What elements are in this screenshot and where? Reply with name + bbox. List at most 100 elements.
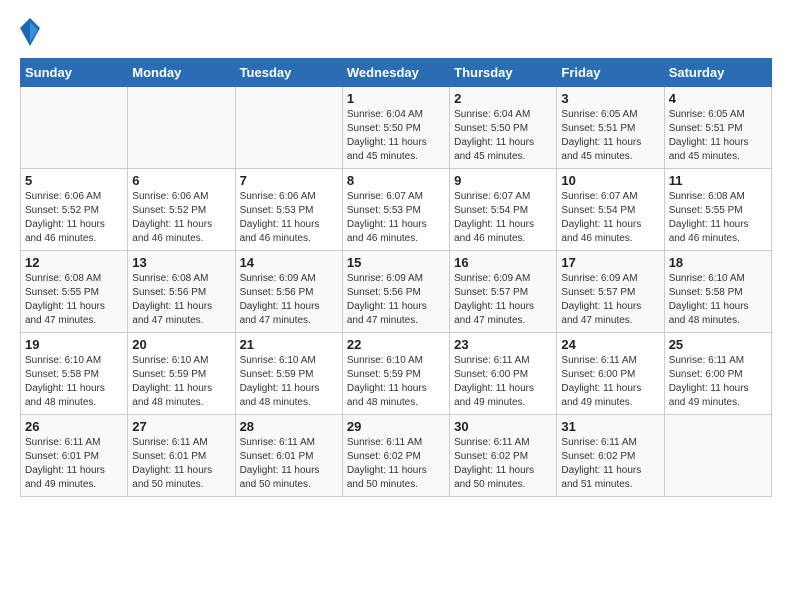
calendar-cell: 7Sunrise: 6:06 AM Sunset: 5:53 PM Daylig… — [235, 169, 342, 251]
day-info: Sunrise: 6:11 AM Sunset: 6:01 PM Dayligh… — [240, 436, 338, 492]
day-number: 19 — [25, 337, 123, 352]
column-header-friday: Friday — [557, 59, 664, 87]
calendar-cell: 9 Sunrise: 6:07 AM Sunset: 5:54 PM Daylig… — [450, 169, 557, 251]
day-info: Sunrise: 6:08 AM Sunset: 5:55 PM Dayligh… — [669, 190, 767, 246]
day-number: 14 — [240, 255, 338, 270]
calendar-cell: 19 Sunrise: 6:10 AM Sunset: 5:58 PM Dayli… — [21, 333, 128, 415]
day-number: 18 — [669, 255, 767, 270]
day-info: Sunrise: 6:10 AM Sunset: 5:58 PM Dayligh… — [25, 354, 123, 410]
day-number: 24 — [561, 337, 659, 352]
day-info: Sunrise: 6:08 AM Sunset: 5:56 PM Dayligh… — [132, 272, 230, 328]
calendar-cell: 8 Sunrise: 6:07 AM Sunset: 5:53 PM Daylig… — [342, 169, 449, 251]
calendar-cell: 13 Sunrise: 6:08 AM Sunset: 5:56 PM Dayli… — [128, 251, 235, 333]
calendar-cell: 21 Sunrise: 6:10 AM Sunset: 5:59 PM Dayli… — [235, 333, 342, 415]
day-number: 2 — [454, 91, 552, 106]
day-info: Sunrise: 6:07 AM Sunset: 5:54 PM Dayligh… — [454, 190, 552, 246]
calendar-cell — [128, 87, 235, 169]
day-info: Sunrise: 6:09 AM Sunset: 5:56 PM Dayligh… — [347, 272, 445, 328]
day-info: Sunrise: 6:09 AM Sunset: 5:56 PM Dayligh… — [240, 272, 338, 328]
calendar-cell: 12 Sunrise: 6:08 AM Sunset: 5:55 PM Dayli… — [21, 251, 128, 333]
calendar-cell — [664, 415, 771, 497]
calendar-cell: 27 Sunrise: 6:11 AM Sunset: 6:01 PM Dayli… — [128, 415, 235, 497]
day-info: Sunrise: 6:11 AM Sunset: 6:02 PM Dayligh… — [454, 436, 552, 492]
day-info: Sunrise: 6:11 AM Sunset: 6:02 PM Dayligh… — [561, 436, 659, 492]
day-number: 12 — [25, 255, 123, 270]
calendar-cell: 4 Sunrise: 6:05 AM Sunset: 5:51 PM Daylig… — [664, 87, 771, 169]
calendar-cell: 17 Sunrise: 6:09 AM Sunset: 5:57 PM Dayli… — [557, 251, 664, 333]
day-info: Sunrise: 6:09 AM Sunset: 5:57 PM Dayligh… — [454, 272, 552, 328]
column-header-sunday: Sunday — [21, 59, 128, 87]
column-header-thursday: Thursday — [450, 59, 557, 87]
calendar-cell: 3 Sunrise: 6:05 AM Sunset: 5:51 PM Daylig… — [557, 87, 664, 169]
column-header-tuesday: Tuesday — [235, 59, 342, 87]
day-info: Sunrise: 6:10 AM Sunset: 5:59 PM Dayligh… — [240, 354, 338, 410]
calendar-cell — [235, 87, 342, 169]
day-number: 17 — [561, 255, 659, 270]
page-header — [20, 20, 772, 48]
day-number: 5 — [25, 173, 123, 188]
calendar-cell — [21, 87, 128, 169]
calendar-cell: 26 Sunrise: 6:11 AM Sunset: 6:01 PM Dayli… — [21, 415, 128, 497]
day-number: 1 — [347, 91, 445, 106]
day-number: 13 — [132, 255, 230, 270]
day-number: 21 — [240, 337, 338, 352]
day-number: 10 — [561, 173, 659, 188]
day-number: 6 — [132, 173, 230, 188]
day-number: 27 — [132, 419, 230, 434]
calendar-cell: 5 Sunrise: 6:06 AM Sunset: 5:52 PM Daylig… — [21, 169, 128, 251]
week-row-3: 12 Sunrise: 6:08 AM Sunset: 5:55 PM Dayli… — [21, 251, 772, 333]
calendar-cell: 30Sunrise: 6:11 AM Sunset: 6:02 PM Dayli… — [450, 415, 557, 497]
day-info: Sunrise: 6:04 AM Sunset: 5:50 PM Dayligh… — [454, 108, 552, 164]
day-number: 3 — [561, 91, 659, 106]
day-number: 29 — [347, 419, 445, 434]
day-number: 25 — [669, 337, 767, 352]
day-info: Sunrise: 6:09 AM Sunset: 5:57 PM Dayligh… — [561, 272, 659, 328]
header-row: SundayMondayTuesdayWednesdayThursdayFrid… — [21, 59, 772, 87]
day-number: 4 — [669, 91, 767, 106]
day-number: 23 — [454, 337, 552, 352]
day-info: Sunrise: 6:11 AM Sunset: 6:00 PM Dayligh… — [454, 354, 552, 410]
day-info: Sunrise: 6:11 AM Sunset: 6:00 PM Dayligh… — [561, 354, 659, 410]
day-info: Sunrise: 6:04 AM Sunset: 5:50 PM Dayligh… — [347, 108, 445, 164]
day-info: Sunrise: 6:11 AM Sunset: 6:02 PM Dayligh… — [347, 436, 445, 492]
calendar-cell: 2 Sunrise: 6:04 AM Sunset: 5:50 PM Daylig… — [450, 87, 557, 169]
day-number: 8 — [347, 173, 445, 188]
day-info: Sunrise: 6:05 AM Sunset: 5:51 PM Dayligh… — [669, 108, 767, 164]
day-info: Sunrise: 6:06 AM Sunset: 5:53 PM Dayligh… — [240, 190, 338, 246]
day-number: 9 — [454, 173, 552, 188]
day-info: Sunrise: 6:05 AM Sunset: 5:51 PM Dayligh… — [561, 108, 659, 164]
day-number: 15 — [347, 255, 445, 270]
calendar-cell: 29 Sunrise: 6:11 AM Sunset: 6:02 PM Dayli… — [342, 415, 449, 497]
day-info: Sunrise: 6:10 AM Sunset: 5:58 PM Dayligh… — [669, 272, 767, 328]
calendar-cell: 15 Sunrise: 6:09 AM Sunset: 5:56 PM Dayli… — [342, 251, 449, 333]
calendar-table: SundayMondayTuesdayWednesdayThursdayFrid… — [20, 58, 772, 497]
calendar-cell: 28Sunrise: 6:11 AM Sunset: 6:01 PM Dayli… — [235, 415, 342, 497]
calendar-cell: 11 Sunrise: 6:08 AM Sunset: 5:55 PM Dayli… — [664, 169, 771, 251]
logo — [20, 20, 44, 48]
day-info: Sunrise: 6:11 AM Sunset: 6:01 PM Dayligh… — [25, 436, 123, 492]
day-number: 16 — [454, 255, 552, 270]
day-info: Sunrise: 6:06 AM Sunset: 5:52 PM Dayligh… — [25, 190, 123, 246]
day-info: Sunrise: 6:06 AM Sunset: 5:52 PM Dayligh… — [132, 190, 230, 246]
day-number: 31 — [561, 419, 659, 434]
week-row-2: 5 Sunrise: 6:06 AM Sunset: 5:52 PM Daylig… — [21, 169, 772, 251]
week-row-1: 1 Sunrise: 6:04 AM Sunset: 5:50 PM Daylig… — [21, 87, 772, 169]
day-number: 11 — [669, 173, 767, 188]
column-header-wednesday: Wednesday — [342, 59, 449, 87]
day-info: Sunrise: 6:07 AM Sunset: 5:53 PM Dayligh… — [347, 190, 445, 246]
day-number: 26 — [25, 419, 123, 434]
column-header-saturday: Saturday — [664, 59, 771, 87]
day-number: 22 — [347, 337, 445, 352]
calendar-cell: 18 Sunrise: 6:10 AM Sunset: 5:58 PM Dayli… — [664, 251, 771, 333]
day-info: Sunrise: 6:07 AM Sunset: 5:54 PM Dayligh… — [561, 190, 659, 246]
column-header-monday: Monday — [128, 59, 235, 87]
calendar-cell: 20Sunrise: 6:10 AM Sunset: 5:59 PM Dayli… — [128, 333, 235, 415]
calendar-cell: 1 Sunrise: 6:04 AM Sunset: 5:50 PM Daylig… — [342, 87, 449, 169]
day-info: Sunrise: 6:11 AM Sunset: 6:00 PM Dayligh… — [669, 354, 767, 410]
calendar-cell: 6 Sunrise: 6:06 AM Sunset: 5:52 PM Daylig… — [128, 169, 235, 251]
calendar-cell: 23 Sunrise: 6:11 AM Sunset: 6:00 PM Dayli… — [450, 333, 557, 415]
day-info: Sunrise: 6:11 AM Sunset: 6:01 PM Dayligh… — [132, 436, 230, 492]
day-info: Sunrise: 6:08 AM Sunset: 5:55 PM Dayligh… — [25, 272, 123, 328]
day-info: Sunrise: 6:10 AM Sunset: 5:59 PM Dayligh… — [132, 354, 230, 410]
day-info: Sunrise: 6:10 AM Sunset: 5:59 PM Dayligh… — [347, 354, 445, 410]
